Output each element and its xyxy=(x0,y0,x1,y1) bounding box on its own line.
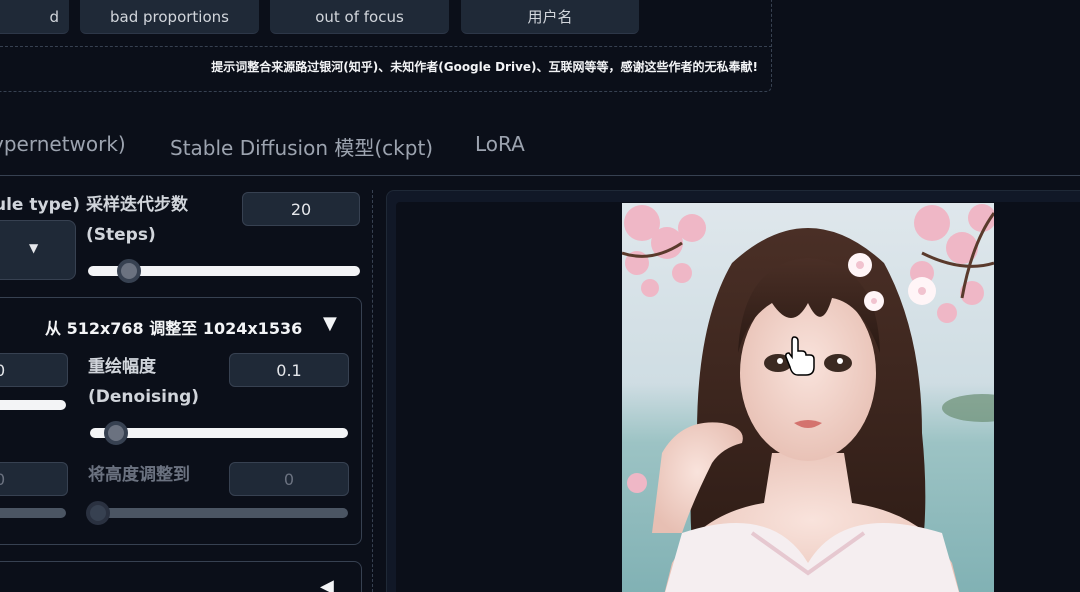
prompt-tag-button[interactable]: bad proportions xyxy=(80,0,259,34)
width-value-input[interactable]: 0 xyxy=(0,462,68,496)
steps-label: 采样迭代步数 (Steps) xyxy=(86,190,188,250)
schedule-type-dropdown[interactable]: ▼ xyxy=(0,220,76,280)
steps-label-line2: (Steps) xyxy=(86,225,156,245)
denoising-slider-track[interactable] xyxy=(90,428,348,438)
prompt-tag-button[interactable]: 用户名 xyxy=(461,0,639,34)
credit-note: 提示词整合来源路过银河(知乎)、未知作者(Google Drive)、互联网等等… xyxy=(211,60,758,74)
tabs-divider xyxy=(0,175,1080,176)
denoising-input[interactable]: 0.1 xyxy=(229,353,349,387)
generated-image[interactable] xyxy=(622,203,994,592)
expand-triangle-icon[interactable]: ◀ xyxy=(320,576,334,592)
chevron-down-icon: ▼ xyxy=(29,241,39,255)
denoising-label-line2: (Denoising) xyxy=(88,387,200,407)
collapse-triangle-icon[interactable]: ▼ xyxy=(323,313,337,334)
resize-height-input[interactable]: 0 xyxy=(229,462,349,496)
upscale-value-input[interactable]: 0 xyxy=(0,353,68,387)
tab-stable-diffusion-model[interactable]: Stable Diffusion 模型(ckpt) xyxy=(170,132,433,161)
resize-height-slider-thumb[interactable] xyxy=(86,501,110,525)
resize-height-label: 将高度调整到 xyxy=(88,465,190,485)
tab-hypernetwork[interactable]: ypernetwork) xyxy=(0,132,126,156)
upscale-slider-track[interactable] xyxy=(0,400,66,410)
denoising-slider-thumb[interactable] xyxy=(103,421,128,445)
prompt-tag-button[interactable]: d xyxy=(0,0,69,34)
steps-input[interactable]: 20 xyxy=(242,192,360,226)
hires-resize-summary: 从 512x768 调整至 1024x1536 xyxy=(45,319,303,338)
denoising-label: 重绘幅度 (Denoising) xyxy=(88,352,199,412)
collapsed-section[interactable] xyxy=(0,561,362,592)
prompt-tag-button[interactable]: out of focus xyxy=(270,0,449,34)
column-divider xyxy=(372,190,373,592)
resize-height-slider-track[interactable] xyxy=(90,508,348,518)
tab-lora[interactable]: LoRA xyxy=(475,132,525,156)
tag-divider xyxy=(0,46,772,47)
denoising-label-line1: 重绘幅度 xyxy=(88,357,156,377)
schedule-type-label: ule type) xyxy=(0,195,81,215)
steps-slider-thumb[interactable] xyxy=(116,259,141,283)
width-slider-track[interactable] xyxy=(0,508,66,518)
steps-label-line1: 采样迭代步数 xyxy=(86,195,188,215)
